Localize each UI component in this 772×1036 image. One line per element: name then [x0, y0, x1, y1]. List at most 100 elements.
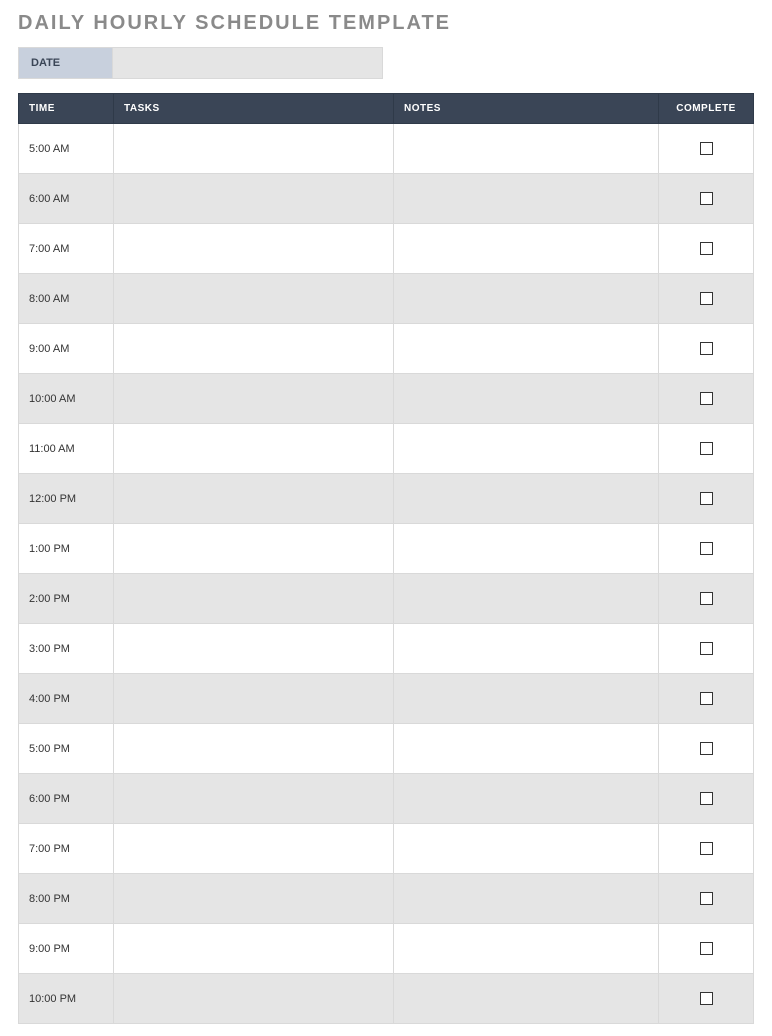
notes-cell[interactable]: [394, 124, 659, 174]
time-cell: 6:00 PM: [19, 774, 114, 824]
time-cell: 8:00 PM: [19, 874, 114, 924]
date-input[interactable]: [113, 47, 383, 79]
time-cell: 4:00 PM: [19, 674, 114, 724]
tasks-cell[interactable]: [114, 174, 394, 224]
table-row: 3:00 PM: [19, 624, 754, 674]
table-row: 5:00 AM: [19, 124, 754, 174]
tasks-cell[interactable]: [114, 124, 394, 174]
time-cell: 6:00 AM: [19, 174, 114, 224]
complete-checkbox[interactable]: [700, 842, 713, 855]
complete-cell: [659, 574, 754, 624]
complete-checkbox[interactable]: [700, 192, 713, 205]
time-cell: 1:00 PM: [19, 524, 114, 574]
table-row: 7:00 AM: [19, 224, 754, 274]
header-time: TIME: [19, 94, 114, 124]
complete-checkbox[interactable]: [700, 942, 713, 955]
notes-cell[interactable]: [394, 174, 659, 224]
notes-cell[interactable]: [394, 724, 659, 774]
header-notes: NOTES: [394, 94, 659, 124]
notes-cell[interactable]: [394, 524, 659, 574]
complete-checkbox[interactable]: [700, 742, 713, 755]
complete-cell: [659, 124, 754, 174]
tasks-cell[interactable]: [114, 424, 394, 474]
time-cell: 10:00 AM: [19, 374, 114, 424]
date-row: DATE: [18, 47, 754, 79]
complete-cell: [659, 324, 754, 374]
table-row: 10:00 PM: [19, 974, 754, 1024]
header-tasks: TASKS: [114, 94, 394, 124]
page-title: DAILY HOURLY SCHEDULE TEMPLATE: [18, 12, 754, 35]
notes-cell[interactable]: [394, 924, 659, 974]
notes-cell[interactable]: [394, 774, 659, 824]
complete-cell: [659, 474, 754, 524]
complete-checkbox[interactable]: [700, 792, 713, 805]
tasks-cell[interactable]: [114, 824, 394, 874]
notes-cell[interactable]: [394, 224, 659, 274]
complete-checkbox[interactable]: [700, 692, 713, 705]
tasks-cell[interactable]: [114, 874, 394, 924]
table-row: 4:00 PM: [19, 674, 754, 724]
notes-cell[interactable]: [394, 674, 659, 724]
complete-checkbox[interactable]: [700, 642, 713, 655]
table-row: 10:00 AM: [19, 374, 754, 424]
complete-cell: [659, 824, 754, 874]
notes-cell[interactable]: [394, 474, 659, 524]
notes-cell[interactable]: [394, 324, 659, 374]
schedule-table: TIME TASKS NOTES COMPLETE 5:00 AM6:00 AM…: [18, 93, 754, 1024]
tasks-cell[interactable]: [114, 474, 394, 524]
notes-cell[interactable]: [394, 624, 659, 674]
tasks-cell[interactable]: [114, 774, 394, 824]
tasks-cell[interactable]: [114, 224, 394, 274]
notes-cell[interactable]: [394, 824, 659, 874]
complete-checkbox[interactable]: [700, 342, 713, 355]
complete-cell: [659, 774, 754, 824]
complete-cell: [659, 424, 754, 474]
complete-cell: [659, 724, 754, 774]
complete-checkbox[interactable]: [700, 592, 713, 605]
notes-cell[interactable]: [394, 974, 659, 1024]
table-row: 11:00 AM: [19, 424, 754, 474]
time-cell: 3:00 PM: [19, 624, 114, 674]
tasks-cell[interactable]: [114, 624, 394, 674]
complete-checkbox[interactable]: [700, 392, 713, 405]
time-cell: 10:00 PM: [19, 974, 114, 1024]
complete-cell: [659, 674, 754, 724]
tasks-cell[interactable]: [114, 724, 394, 774]
notes-cell[interactable]: [394, 274, 659, 324]
notes-cell[interactable]: [394, 874, 659, 924]
tasks-cell[interactable]: [114, 524, 394, 574]
complete-checkbox[interactable]: [700, 242, 713, 255]
complete-checkbox[interactable]: [700, 892, 713, 905]
time-cell: 7:00 PM: [19, 824, 114, 874]
complete-cell: [659, 974, 754, 1024]
time-cell: 5:00 AM: [19, 124, 114, 174]
time-cell: 12:00 PM: [19, 474, 114, 524]
tasks-cell[interactable]: [114, 374, 394, 424]
tasks-cell[interactable]: [114, 924, 394, 974]
table-row: 7:00 PM: [19, 824, 754, 874]
tasks-cell[interactable]: [114, 974, 394, 1024]
complete-checkbox[interactable]: [700, 492, 713, 505]
complete-checkbox[interactable]: [700, 142, 713, 155]
notes-cell[interactable]: [394, 424, 659, 474]
table-row: 8:00 AM: [19, 274, 754, 324]
complete-cell: [659, 274, 754, 324]
notes-cell[interactable]: [394, 374, 659, 424]
complete-cell: [659, 624, 754, 674]
complete-checkbox[interactable]: [700, 542, 713, 555]
time-cell: 9:00 PM: [19, 924, 114, 974]
tasks-cell[interactable]: [114, 274, 394, 324]
complete-checkbox[interactable]: [700, 442, 713, 455]
time-cell: 2:00 PM: [19, 574, 114, 624]
complete-checkbox[interactable]: [700, 292, 713, 305]
notes-cell[interactable]: [394, 574, 659, 624]
table-row: 6:00 PM: [19, 774, 754, 824]
tasks-cell[interactable]: [114, 324, 394, 374]
tasks-cell[interactable]: [114, 574, 394, 624]
complete-cell: [659, 224, 754, 274]
table-row: 2:00 PM: [19, 574, 754, 624]
table-row: 12:00 PM: [19, 474, 754, 524]
complete-checkbox[interactable]: [700, 992, 713, 1005]
tasks-cell[interactable]: [114, 674, 394, 724]
time-cell: 5:00 PM: [19, 724, 114, 774]
